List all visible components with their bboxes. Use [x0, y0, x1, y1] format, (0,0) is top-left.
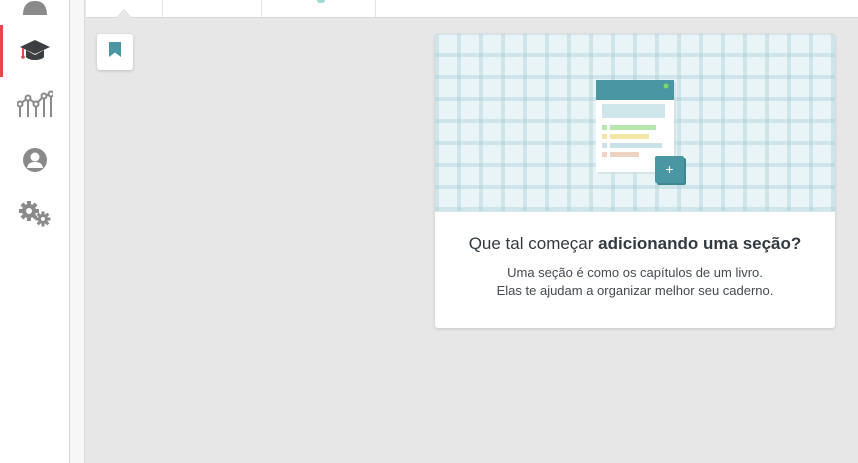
active-tab-pointer	[117, 10, 131, 18]
sidebar-item-people[interactable]	[0, 0, 70, 26]
empty-state-title-prefix: Que tal começar	[468, 234, 594, 253]
tab-sections[interactable]	[86, 0, 163, 18]
tab-indicator-dot	[317, 0, 325, 3]
tab-second[interactable]	[163, 0, 262, 17]
sidebar-gutter	[70, 0, 85, 463]
empty-state-description-line2: Elas te ajudam a organizar melhor seu ca…	[496, 283, 774, 298]
tab-third[interactable]	[262, 0, 376, 17]
sidebar	[0, 0, 70, 463]
graduation-cap-icon	[19, 38, 51, 64]
line-chart-icon	[17, 90, 53, 118]
bookmark-icon	[108, 41, 122, 63]
sidebar-item-reports[interactable]	[0, 78, 70, 130]
settings-gears-icon	[18, 200, 52, 228]
sidebar-item-settings[interactable]	[0, 188, 70, 240]
sidebar-item-profile[interactable]	[0, 134, 70, 186]
tab-bar	[86, 0, 858, 18]
sidebar-item-courses[interactable]	[0, 25, 70, 77]
empty-state-description-line1: Uma seção é como os capítulos de um livr…	[507, 265, 763, 280]
empty-state-card: + Que tal começar adicionando uma seção?…	[435, 34, 835, 328]
empty-state-description: Uma seção é como os capítulos de um livr…	[435, 264, 835, 300]
empty-state-title: Que tal começar adicionando uma seção?	[435, 234, 835, 254]
bookmark-button[interactable]	[97, 34, 133, 70]
user-profile-icon	[22, 147, 48, 173]
empty-state-title-bold: adicionando uma seção?	[598, 234, 802, 253]
add-section-plus-icon: +	[665, 161, 674, 177]
people-icon	[20, 0, 50, 15]
notebook-illustration	[596, 80, 686, 185]
empty-state-illustration: +	[435, 34, 835, 212]
